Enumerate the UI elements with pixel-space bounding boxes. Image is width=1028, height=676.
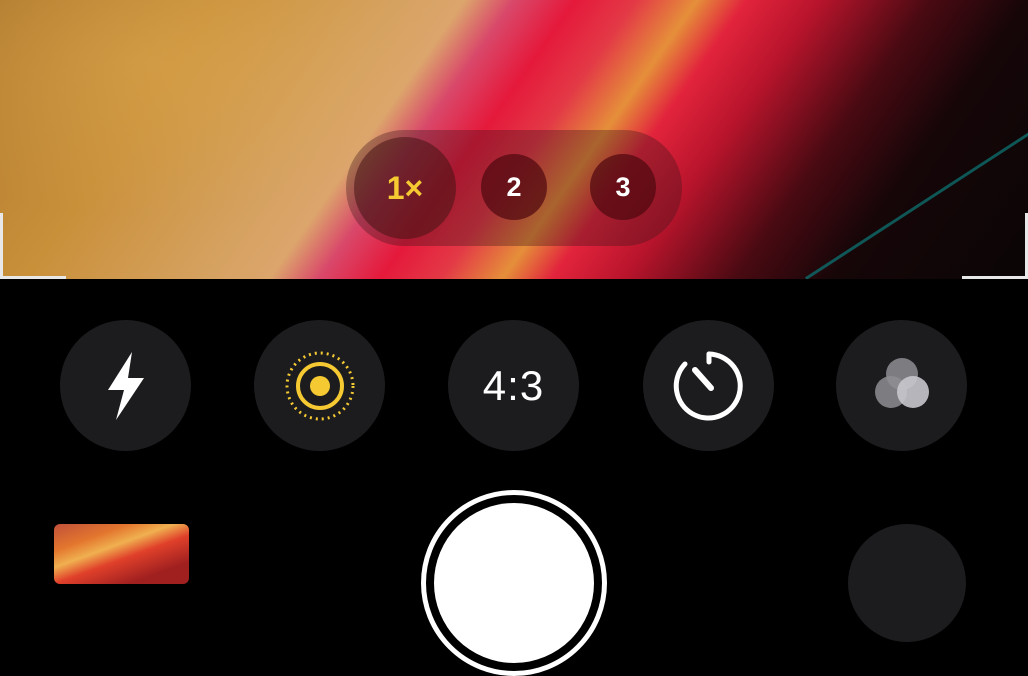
flash-icon xyxy=(107,351,144,420)
crop-corner-right-bottom xyxy=(962,276,1028,279)
zoom-3x-button[interactable]: 3 xyxy=(590,154,656,220)
aspect-ratio-button[interactable]: 4:3 xyxy=(448,320,579,451)
live-photo-icon xyxy=(285,351,354,420)
zoom-2x-button[interactable]: 2 xyxy=(481,154,547,220)
filters-icon xyxy=(874,357,929,408)
timer-icon xyxy=(673,351,743,420)
crop-corner-left xyxy=(0,213,3,279)
crop-corner-left-bottom xyxy=(0,276,66,279)
shutter-button[interactable] xyxy=(421,490,607,676)
aspect-ratio-label: 4:3 xyxy=(482,361,545,409)
last-photo-thumbnail[interactable] xyxy=(54,524,189,584)
switch-camera-button[interactable] xyxy=(848,524,966,642)
shutter-inner xyxy=(434,503,594,663)
flash-button[interactable] xyxy=(60,320,191,451)
timer-button[interactable] xyxy=(643,320,774,451)
live-photo-button[interactable] xyxy=(254,320,385,451)
zoom-1x-button[interactable]: 1× xyxy=(354,137,456,239)
filters-button[interactable] xyxy=(836,320,967,451)
